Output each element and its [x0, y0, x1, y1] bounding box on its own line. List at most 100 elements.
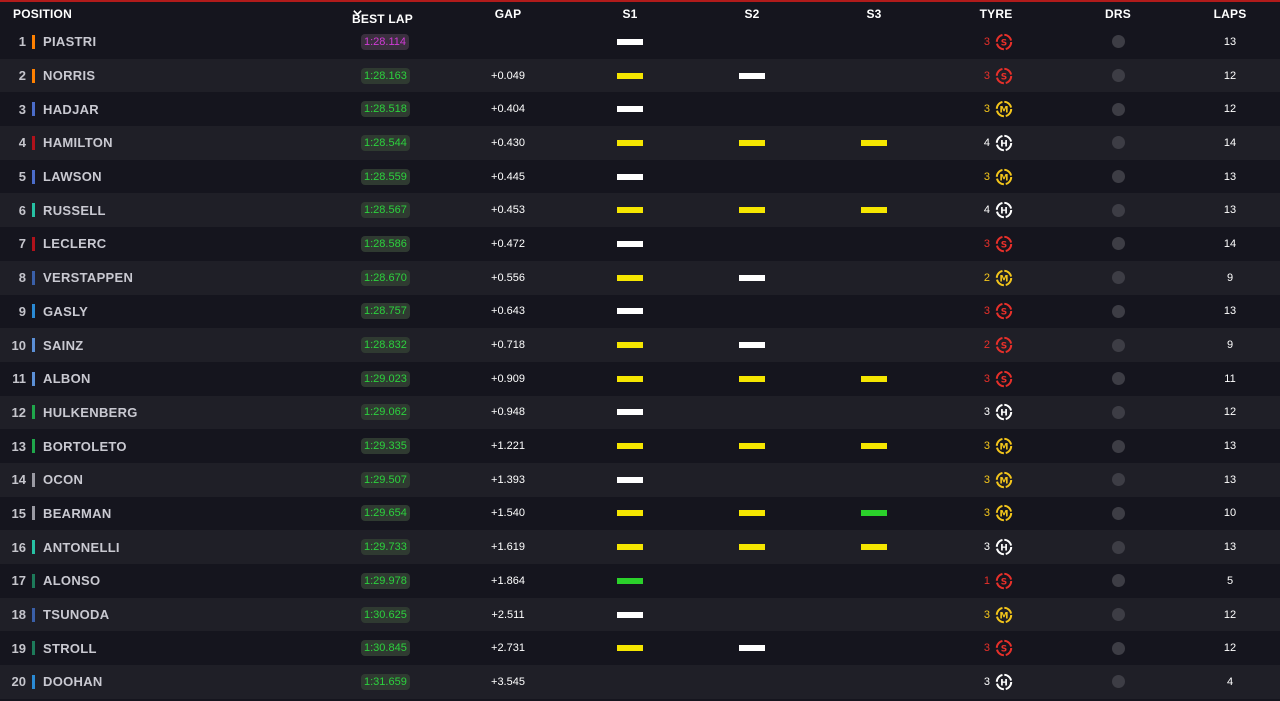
header-best-lap[interactable]: BEST LAP — [352, 7, 413, 26]
header-laps[interactable]: LAPS — [1214, 7, 1247, 21]
tyre-compound-icon: H — [995, 673, 1013, 691]
header-position[interactable]: POSITION — [13, 7, 72, 21]
driver-name: DOOHAN — [43, 674, 103, 690]
table-row[interactable]: 18 TSUNODA 1:30.625 +2.511 3 M 12 — [0, 597, 1280, 632]
best-lap-cell: 1:29.507 — [361, 463, 410, 497]
table-row[interactable]: 19 STROLL 1:30.845 +2.731 3 S 12 — [0, 631, 1280, 665]
sector-3-indicator — [861, 59, 887, 93]
header-gap[interactable]: GAP — [495, 7, 522, 21]
table-row[interactable]: 15 BEARMAN 1:29.654 +1.540 3 M 10 — [0, 497, 1280, 531]
tyre-cell: 3 H — [980, 396, 1020, 430]
header-s3[interactable]: S3 — [866, 7, 881, 21]
drs-indicator — [1111, 675, 1125, 689]
best-lap-time: 1:29.507 — [361, 471, 410, 488]
sector-1-indicator — [617, 598, 643, 632]
table-row[interactable]: 8 VERSTAPPEN 1:28.670 +0.556 2 M 9 — [0, 260, 1280, 295]
gap-value: +0.404 — [491, 103, 525, 116]
sector-1-indicator — [617, 631, 643, 665]
table-row[interactable]: 7 LECLERC 1:28.586 +0.472 3 S 14 — [0, 227, 1280, 261]
sector-2-indicator — [739, 92, 765, 126]
tyre-age: 3 — [983, 69, 990, 82]
team-color-marker — [32, 631, 35, 665]
sector-1-indicator — [617, 92, 643, 126]
driver-name: HAMILTON — [43, 135, 113, 151]
best-lap-time: 1:29.733 — [361, 539, 410, 556]
best-lap-time: 1:29.062 — [361, 404, 410, 421]
table-row[interactable]: 3 HADJAR 1:28.518 +0.404 3 M 12 — [0, 92, 1280, 126]
svg-text:M: M — [1000, 443, 1009, 453]
tyre-compound-icon: M — [995, 168, 1013, 185]
driver-name: ALBON — [43, 371, 91, 387]
laps-count: 5 — [1226, 574, 1234, 587]
sector-1-indicator — [617, 261, 643, 295]
gap-value: +0.453 — [491, 204, 525, 217]
laps-count: 9 — [1226, 271, 1234, 284]
sector-2-indicator — [739, 463, 765, 497]
best-lap-cell: 1:28.567 — [361, 193, 410, 227]
sector-3-indicator — [861, 497, 887, 531]
drs-indicator — [1111, 439, 1125, 453]
header-s1[interactable]: S1 — [622, 7, 637, 21]
timing-table-body: 1 PIASTRI 1:28.114 3 S 13 2 NORRIS 1:28.… — [0, 25, 1280, 699]
svg-text:M: M — [1000, 611, 1009, 621]
best-lap-time: 1:28.518 — [361, 101, 410, 118]
laps-count: 13 — [1223, 35, 1237, 48]
table-row[interactable]: 13 BORTOLETO 1:29.335 +1.221 3 M 13 — [0, 429, 1280, 463]
gap-value: +0.049 — [491, 69, 525, 82]
sector-1-indicator — [617, 193, 643, 227]
sector-1-indicator — [617, 227, 643, 261]
position-number: 11 — [12, 371, 26, 387]
team-color-marker — [32, 328, 35, 362]
team-color-marker — [32, 59, 35, 93]
drs-indicator — [1111, 102, 1125, 116]
best-lap-cell: 1:28.163 — [361, 59, 410, 93]
header-s2[interactable]: S2 — [744, 7, 759, 21]
drs-cell — [1111, 463, 1125, 497]
table-row[interactable]: 2 NORRIS 1:28.163 +0.049 3 S 12 — [0, 58, 1280, 93]
table-row[interactable]: 9 GASLY 1:28.757 +0.643 3 S 13 — [0, 295, 1280, 329]
table-row[interactable]: 20 DOOHAN 1:31.659 +3.545 3 H 4 — [0, 665, 1280, 699]
sector-3-indicator — [861, 25, 887, 59]
laps-count: 12 — [1223, 406, 1237, 419]
table-row[interactable]: 5 LAWSON 1:28.559 +0.445 3 M 13 — [0, 160, 1280, 194]
drs-cell — [1111, 25, 1125, 59]
sector-2-indicator — [739, 497, 765, 531]
best-lap-cell: 1:29.023 — [361, 362, 410, 396]
tyre-cell: 3 S — [980, 295, 1020, 329]
table-row[interactable]: 12 HULKENBERG 1:29.062 +0.948 3 H 12 — [0, 395, 1280, 430]
gap-value: +1.540 — [491, 507, 525, 520]
gap-value: +1.393 — [491, 473, 525, 486]
header-drs[interactable]: DRS — [1105, 7, 1131, 21]
table-row[interactable]: 17 ALONSO 1:29.978 +1.864 1 S 5 — [0, 564, 1280, 598]
laps-count: 13 — [1223, 305, 1237, 318]
table-row[interactable]: 10 SAINZ 1:28.832 +0.718 2 S 9 — [0, 328, 1280, 362]
tyre-age: 2 — [983, 339, 990, 352]
svg-text:S: S — [1001, 577, 1007, 587]
sector-3-indicator — [861, 193, 887, 227]
table-row[interactable]: 1 PIASTRI 1:28.114 3 S 13 — [0, 25, 1280, 59]
table-row[interactable]: 14 OCON 1:29.507 +1.393 3 M 13 — [0, 462, 1280, 497]
gap-value: +2.511 — [491, 608, 525, 621]
best-lap-time: 1:29.654 — [361, 505, 410, 522]
table-row[interactable]: 6 RUSSELL 1:28.567 +0.453 4 H 13 — [0, 193, 1280, 228]
tyre-age: 2 — [983, 271, 990, 284]
sector-2-indicator — [739, 328, 765, 362]
driver-name: HADJAR — [43, 101, 99, 117]
position-number: 18 — [11, 607, 26, 623]
drs-indicator — [1111, 271, 1125, 285]
drs-cell — [1111, 227, 1125, 261]
sector-1-indicator — [617, 564, 643, 598]
table-row[interactable]: 4 HAMILTON 1:28.544 +0.430 4 H 14 — [0, 126, 1280, 160]
header-tyre[interactable]: TYRE — [980, 7, 1013, 21]
drs-indicator — [1111, 405, 1125, 419]
best-lap-time: 1:28.559 — [361, 168, 410, 185]
table-row[interactable]: 16 ANTONELLI 1:29.733 +1.619 3 H 13 — [0, 530, 1280, 564]
tyre-cell: 3 M — [980, 463, 1020, 497]
table-row[interactable]: 11 ALBON 1:29.023 +0.909 3 S 11 — [0, 362, 1280, 396]
tyre-compound-icon: S — [995, 370, 1013, 387]
driver-name: ALONSO — [43, 573, 101, 589]
drs-indicator — [1111, 35, 1125, 49]
drs-cell — [1111, 295, 1125, 329]
sector-1-indicator — [617, 362, 643, 396]
position-number: 4 — [18, 135, 26, 151]
